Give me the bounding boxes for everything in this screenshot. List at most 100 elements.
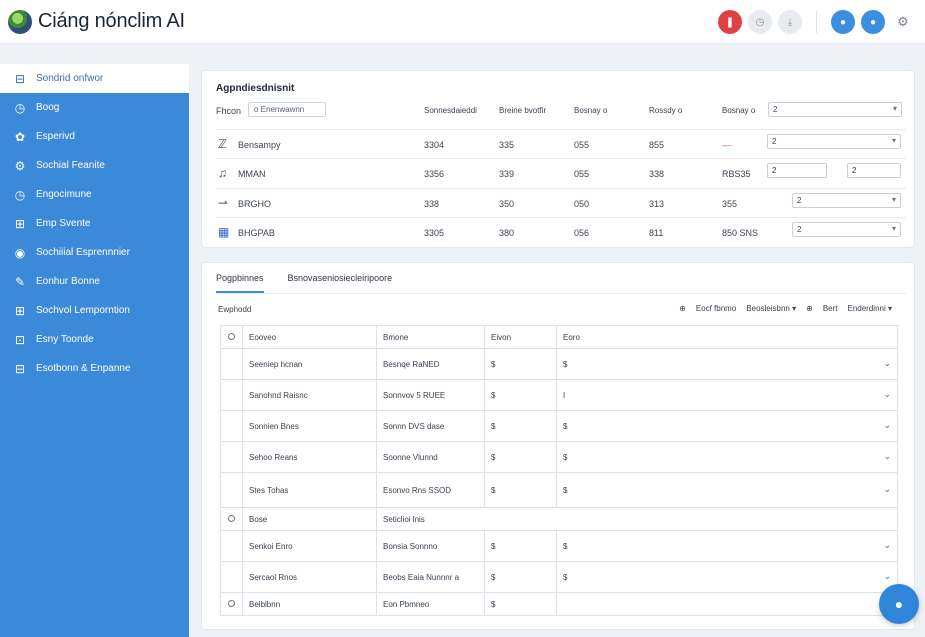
table-row[interactable]: Stes Tohas Esonvo Rns SSOD $ $ ⌄ xyxy=(220,472,898,508)
sidebar-item-6[interactable]: ◉ Sochiiial Esprennnier xyxy=(0,238,189,267)
toolbar-dropdown[interactable]: Beosleisbnn ▾ xyxy=(746,304,796,313)
app-logo-icon xyxy=(8,9,32,34)
header-cell: Eoro xyxy=(556,325,898,349)
cell[interactable]: $ ⌄ xyxy=(556,561,898,593)
row-select[interactable]: 2 ▾ xyxy=(792,222,901,237)
row-name: Bensampy xyxy=(238,140,281,150)
profile-button[interactable]: ● xyxy=(831,10,855,34)
download-button[interactable]: ⤓ xyxy=(778,10,802,34)
cell-value: $ xyxy=(563,541,568,551)
column-header: Rossdy o xyxy=(649,106,683,115)
cell-value: I xyxy=(563,390,566,400)
grid-header: Eooveo Bmone Eivon Eoro xyxy=(220,325,898,349)
app-title: Ciáng nónclim AI xyxy=(38,10,185,32)
table-row[interactable]: ▦ BHGPAB 3305 380 056 811 850 SNS 2 ▾ xyxy=(216,217,906,247)
table-row[interactable]: Seeniep hcnan Besnqe RaNED $ $ ⌄ xyxy=(220,348,898,380)
cell[interactable]: $ ⌄ xyxy=(556,472,898,508)
chevron-down-icon[interactable]: ⌄ xyxy=(883,420,891,431)
table-row[interactable]: ♫ MMAN 3356 339 055 338 RBS35 2 2 xyxy=(216,158,906,188)
table-row[interactable]: Senkoi Enro Bonsia Sonnno $ $ ⌄ xyxy=(220,530,898,562)
cell[interactable]: $ ⌄ xyxy=(556,410,898,442)
group-row[interactable]: Belblbnn Eon Pbmneo $ xyxy=(220,592,898,616)
cell: $ xyxy=(484,348,557,380)
tab-bar: Pogpbinnes Bsnovaseniosiecleiripoore xyxy=(216,273,416,293)
cell[interactable]: $ ⌄ xyxy=(556,348,898,380)
alert-button[interactable]: ❚ xyxy=(718,10,742,34)
cell: $ xyxy=(484,410,557,442)
brand[interactable]: Ciáng nónclim AI xyxy=(8,9,185,34)
cell: 350 xyxy=(499,199,515,209)
column-select[interactable]: 2 ▾ xyxy=(768,102,902,117)
cell: 355 xyxy=(722,199,738,209)
filter-input[interactable]: o Enenwawnn xyxy=(248,102,326,117)
account-button[interactable]: ● xyxy=(861,10,885,34)
chevron-down-icon[interactable]: ⌄ xyxy=(883,571,891,582)
spacer-cell xyxy=(220,561,243,593)
row-select-2[interactable]: 2 xyxy=(847,163,901,178)
cell: 056 xyxy=(574,228,590,238)
select-value: 2 xyxy=(797,225,802,234)
row-select[interactable]: 2 ▾ xyxy=(792,193,901,208)
toolbar-dropdown[interactable]: Enderdinni ▾ xyxy=(848,304,893,313)
table-row[interactable]: Sercaol Rnos Beobs Eaia Nunnnr a $ $ ⌄ xyxy=(220,561,898,593)
cell: $ xyxy=(484,472,557,508)
table-row[interactable]: ⇀ BRGHO 338 350 050 313 355 2 ▾ xyxy=(216,188,906,218)
spacer-cell xyxy=(220,379,243,411)
sidebar-item-8[interactable]: ⊞ Sochvol Lemporntion xyxy=(0,296,189,325)
sidebar-item-label: Esny Toonde xyxy=(36,334,94,345)
chat-icon: ● xyxy=(894,596,904,612)
card-title: Agpndiesdnisnit xyxy=(216,83,295,94)
cell: 055 xyxy=(574,140,590,150)
chat-fab-button[interactable]: ● xyxy=(879,584,919,624)
expand-cell[interactable] xyxy=(220,325,243,349)
sidebar-item-label: Sochiiial Esprennnier xyxy=(36,247,130,258)
table-row[interactable]: Sanohnd Raisnc Sonnvov 5 RUEE $ I ⌄ xyxy=(220,379,898,411)
cell: 3305 xyxy=(424,228,445,238)
cell: — xyxy=(722,140,731,150)
settings-icon[interactable]: ⚙ xyxy=(891,10,915,34)
sidebar-item-10[interactable]: ⊟ Esotbonn & Enpanne xyxy=(0,354,189,383)
sidebar-item-2[interactable]: ✿ Esperivd xyxy=(0,122,189,151)
sidebar-item-label: Sochial Feanite xyxy=(36,160,105,171)
cell: Sercaol Rnos xyxy=(242,561,377,593)
sidebar-item-4[interactable]: ◷ Engocimune xyxy=(0,180,189,209)
cell: $ xyxy=(484,561,557,593)
row-select[interactable]: 2 ▾ xyxy=(767,134,901,149)
sidebar-item-0[interactable]: ⊟ Sondrid onfwor xyxy=(0,64,189,93)
sidebar-item-9[interactable]: ⊡ Esny Toonde xyxy=(0,325,189,354)
chevron-down-icon[interactable]: ⌄ xyxy=(883,484,891,495)
cell: 338 xyxy=(649,169,665,179)
row-select[interactable]: 2 xyxy=(767,163,827,178)
expand-cell[interactable] xyxy=(220,507,243,531)
sidebar-item-5[interactable]: ⊞ Emp Svente xyxy=(0,209,189,238)
toolbar-button[interactable]: Bert xyxy=(823,304,838,313)
group-row[interactable]: Bose Seticlioi lnis xyxy=(220,507,898,531)
tab-1[interactable]: Bsnovaseniosiecleiripoore xyxy=(288,273,393,293)
group-cell xyxy=(556,592,898,616)
sidebar-item-1[interactable]: ◷ Boog xyxy=(0,93,189,122)
tab-0[interactable]: Pogpbinnes xyxy=(216,273,264,293)
history-button[interactable]: ◷ xyxy=(748,10,772,34)
sidebar-item-3[interactable]: ⚙ Sochial Feanite xyxy=(0,151,189,180)
table-row[interactable]: Sehoo Reans Soonne Vlunnd $ $ ⌄ xyxy=(220,441,898,473)
top-bar: Ciáng nónclim AI ❚ ◷ ⤓ ● ● ⚙ xyxy=(0,0,925,44)
add-icon[interactable]: ⊕ xyxy=(806,304,813,313)
chevron-down-icon[interactable]: ⌄ xyxy=(883,540,891,551)
table-row[interactable]: ℤ Bensampy 3304 335 055 855 — 2 ▾ xyxy=(216,129,906,159)
chevron-down-icon[interactable]: ⌄ xyxy=(883,358,891,369)
cell: 338 xyxy=(424,199,440,209)
cell[interactable]: I ⌄ xyxy=(556,379,898,411)
sidebar-icon: ⊞ xyxy=(14,216,26,231)
sidebar-item-7[interactable]: ✎ Eonhur Bonne xyxy=(0,267,189,296)
chevron-down-icon[interactable]: ⌄ xyxy=(883,451,891,462)
cell-value: $ xyxy=(563,572,568,582)
column-header: Breine bvotfir xyxy=(499,106,547,115)
toolbar-button[interactable]: Eocf fbnmo xyxy=(696,304,736,313)
table-row[interactable]: Sonnien Bnes Sonnn DVS dase $ $ ⌄ xyxy=(220,410,898,442)
cell: RBS35 xyxy=(722,169,751,179)
chevron-down-icon[interactable]: ⌄ xyxy=(883,389,891,400)
cell[interactable]: $ ⌄ xyxy=(556,530,898,562)
expand-cell[interactable] xyxy=(220,592,243,616)
filter-icon[interactable]: ⊕ xyxy=(679,304,686,313)
cell[interactable]: $ ⌄ xyxy=(556,441,898,473)
